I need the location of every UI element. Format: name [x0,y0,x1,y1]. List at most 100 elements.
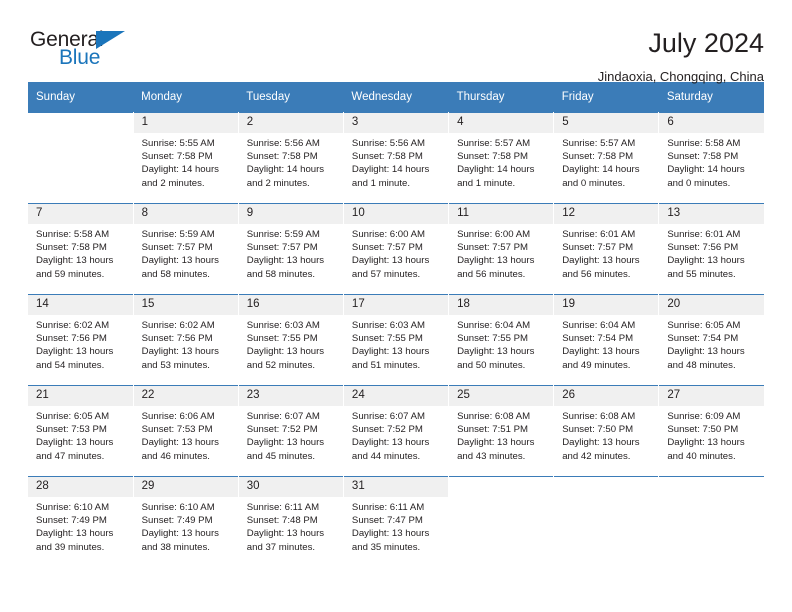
daylight-line-1: Daylight: 14 hours [351,164,430,176]
daylight-line-2: and 56 minutes. [457,268,526,280]
day-cell[interactable]: 1 Sunrise: 5:55 AM Sunset: 7:58 PM Dayli… [133,112,239,204]
sunrise-line: Sunrise: 5:59 AM [246,229,320,240]
day-details: Sunrise: 6:01 AM Sunset: 7:56 PM Dayligh… [659,224,764,281]
sunset-line: Sunset: 7:51 PM [457,424,528,436]
calendar-week-row: 28 Sunrise: 6:10 AM Sunset: 7:49 PM Dayl… [28,476,764,567]
daylight-line-2: and 49 minutes. [562,359,631,371]
day-cell[interactable]: 20 Sunrise: 6:05 AM Sunset: 7:54 PM Dayl… [658,294,764,386]
day-cell[interactable]: 25 Sunrise: 6:08 AM Sunset: 7:51 PM Dayl… [448,385,555,477]
day-cell[interactable]: 18 Sunrise: 6:04 AM Sunset: 7:55 PM Dayl… [448,294,555,386]
daylight-line-2: and 48 minutes. [667,359,736,371]
day-details: Sunrise: 6:04 AM Sunset: 7:55 PM Dayligh… [449,315,553,372]
day-number: 27 [659,386,764,406]
daylight-line-2: and 58 minutes. [246,268,316,280]
day-cell[interactable]: 7 Sunrise: 5:58 AM Sunset: 7:58 PM Dayli… [28,203,134,295]
day-number: 23 [238,386,343,406]
sunset-line: Sunset: 7:58 PM [667,151,739,163]
day-cell[interactable]: 15 Sunrise: 6:02 AM Sunset: 7:56 PM Dayl… [133,294,239,386]
day-cell[interactable]: 3 Sunrise: 5:56 AM Sunset: 7:58 PM Dayli… [343,112,450,204]
day-number: 4 [449,113,554,133]
page-header: General Blue July 2024 Jindaoxia, Chongq… [28,0,764,84]
day-number: 24 [343,386,449,406]
day-cell[interactable]: 8 Sunrise: 5:59 AM Sunset: 7:57 PM Dayli… [133,203,239,295]
day-cell[interactable]: 16 Sunrise: 6:03 AM Sunset: 7:55 PM Dayl… [238,294,344,386]
sunset-line: Sunset: 7:57 PM [141,242,213,254]
daylight-line-2: and 57 minutes. [351,268,421,280]
day-cell[interactable]: 19 Sunrise: 6:04 AM Sunset: 7:54 PM Dayl… [553,294,660,386]
day-number: 28 [28,477,133,497]
day-cell[interactable] [553,476,660,567]
sunrise-line: Sunrise: 5:58 AM [667,138,741,149]
day-cell[interactable]: 21 Sunrise: 6:05 AM Sunset: 7:53 PM Dayl… [28,385,134,477]
day-details: Sunrise: 6:09 AM Sunset: 7:50 PM Dayligh… [659,406,764,463]
day-cell[interactable]: 5 Sunrise: 5:57 AM Sunset: 7:58 PM Dayli… [553,112,660,204]
daylight-line-2: and 53 minutes. [141,359,210,371]
day-cell[interactable]: 10 Sunrise: 6:00 AM Sunset: 7:57 PM Dayl… [343,203,450,295]
day-details [554,497,658,501]
sunrise-line: Sunrise: 6:06 AM [141,411,215,422]
day-number: 2 [238,113,343,133]
day-cell[interactable] [658,476,764,567]
day-number: 13 [659,204,764,224]
day-cell[interactable]: 26 Sunrise: 6:08 AM Sunset: 7:50 PM Dayl… [553,385,660,477]
day-number [554,477,659,497]
sunrise-line: Sunrise: 6:10 AM [141,502,215,513]
sunset-line: Sunset: 7:53 PM [141,424,213,436]
day-cell[interactable]: 29 Sunrise: 6:10 AM Sunset: 7:49 PM Dayl… [133,476,239,567]
daylight-line-1: Daylight: 13 hours [562,255,640,267]
calendar-week-row: 14 Sunrise: 6:02 AM Sunset: 7:56 PM Dayl… [28,294,764,386]
sunrise-line: Sunrise: 6:09 AM [667,411,741,422]
day-cell[interactable]: 4 Sunrise: 5:57 AM Sunset: 7:58 PM Dayli… [448,112,555,204]
day-details: Sunrise: 5:57 AM Sunset: 7:58 PM Dayligh… [449,133,553,190]
daylight-line-1: Daylight: 13 hours [36,528,114,540]
day-number: 29 [133,477,238,497]
general-blue-logo[interactable]: General Blue [28,28,148,74]
day-cell[interactable]: 2 Sunrise: 5:56 AM Sunset: 7:58 PM Dayli… [238,112,344,204]
day-details: Sunrise: 5:56 AM Sunset: 7:58 PM Dayligh… [239,133,343,190]
day-number: 15 [133,295,238,315]
location-subtitle: Jindaoxia, Chongqing, China [597,69,764,84]
day-cell[interactable]: 23 Sunrise: 6:07 AM Sunset: 7:52 PM Dayl… [238,385,344,477]
day-details: Sunrise: 6:04 AM Sunset: 7:54 PM Dayligh… [554,315,658,372]
day-cell[interactable] [448,476,555,567]
day-cell[interactable]: 17 Sunrise: 6:03 AM Sunset: 7:55 PM Dayl… [343,294,450,386]
day-cell[interactable]: 6 Sunrise: 5:58 AM Sunset: 7:58 PM Dayli… [658,112,764,204]
day-details: Sunrise: 6:05 AM Sunset: 7:54 PM Dayligh… [659,315,764,372]
day-cell[interactable]: 31 Sunrise: 6:11 AM Sunset: 7:47 PM Dayl… [343,476,450,567]
day-details: Sunrise: 5:58 AM Sunset: 7:58 PM Dayligh… [659,133,764,190]
day-cell[interactable]: 24 Sunrise: 6:07 AM Sunset: 7:52 PM Dayl… [343,385,450,477]
day-cell[interactable]: 13 Sunrise: 6:01 AM Sunset: 7:56 PM Dayl… [658,203,764,295]
day-cell[interactable]: 22 Sunrise: 6:06 AM Sunset: 7:53 PM Dayl… [133,385,239,477]
day-cell[interactable]: 12 Sunrise: 6:01 AM Sunset: 7:57 PM Dayl… [553,203,660,295]
weekday-header-saturday: Saturday [658,82,764,113]
day-cell[interactable]: 28 Sunrise: 6:10 AM Sunset: 7:49 PM Dayl… [28,476,134,567]
day-cell[interactable]: 9 Sunrise: 5:59 AM Sunset: 7:57 PM Dayli… [238,203,344,295]
sunset-line: Sunset: 7:56 PM [36,333,107,345]
day-details: Sunrise: 6:08 AM Sunset: 7:51 PM Dayligh… [449,406,553,463]
daylight-line-1: Daylight: 13 hours [141,437,219,449]
sunrise-line: Sunrise: 6:05 AM [36,411,110,422]
day-cell[interactable]: 11 Sunrise: 6:00 AM Sunset: 7:57 PM Dayl… [448,203,555,295]
sunrise-line: Sunrise: 6:03 AM [246,320,320,331]
sunset-line: Sunset: 7:58 PM [351,151,423,163]
daylight-line-2: and 51 minutes. [351,359,421,371]
day-details [28,133,133,137]
day-cell[interactable] [28,112,134,204]
day-number: 30 [238,477,343,497]
day-cell[interactable]: 27 Sunrise: 6:09 AM Sunset: 7:50 PM Dayl… [658,385,764,477]
day-cell[interactable]: 14 Sunrise: 6:02 AM Sunset: 7:56 PM Dayl… [28,294,134,386]
daylight-line-2: and 59 minutes. [36,268,105,280]
sunrise-line: Sunrise: 5:56 AM [246,138,320,149]
weekday-header-row: Sunday Monday Tuesday Wednesday Thursday… [28,82,764,113]
daylight-line-2: and 0 minutes. [562,177,626,189]
day-cell[interactable]: 30 Sunrise: 6:11 AM Sunset: 7:48 PM Dayl… [238,476,344,567]
weekday-header-wednesday: Wednesday [343,82,449,113]
sunset-line: Sunset: 7:57 PM [351,242,423,254]
day-details: Sunrise: 5:56 AM Sunset: 7:58 PM Dayligh… [344,133,448,190]
sunrise-line: Sunrise: 6:10 AM [36,502,110,513]
sunset-line: Sunset: 7:55 PM [351,333,423,345]
sunset-line: Sunset: 7:58 PM [36,242,107,254]
day-number: 19 [554,295,659,315]
day-details: Sunrise: 6:10 AM Sunset: 7:49 PM Dayligh… [28,497,133,554]
weekday-header-sunday: Sunday [28,82,134,113]
